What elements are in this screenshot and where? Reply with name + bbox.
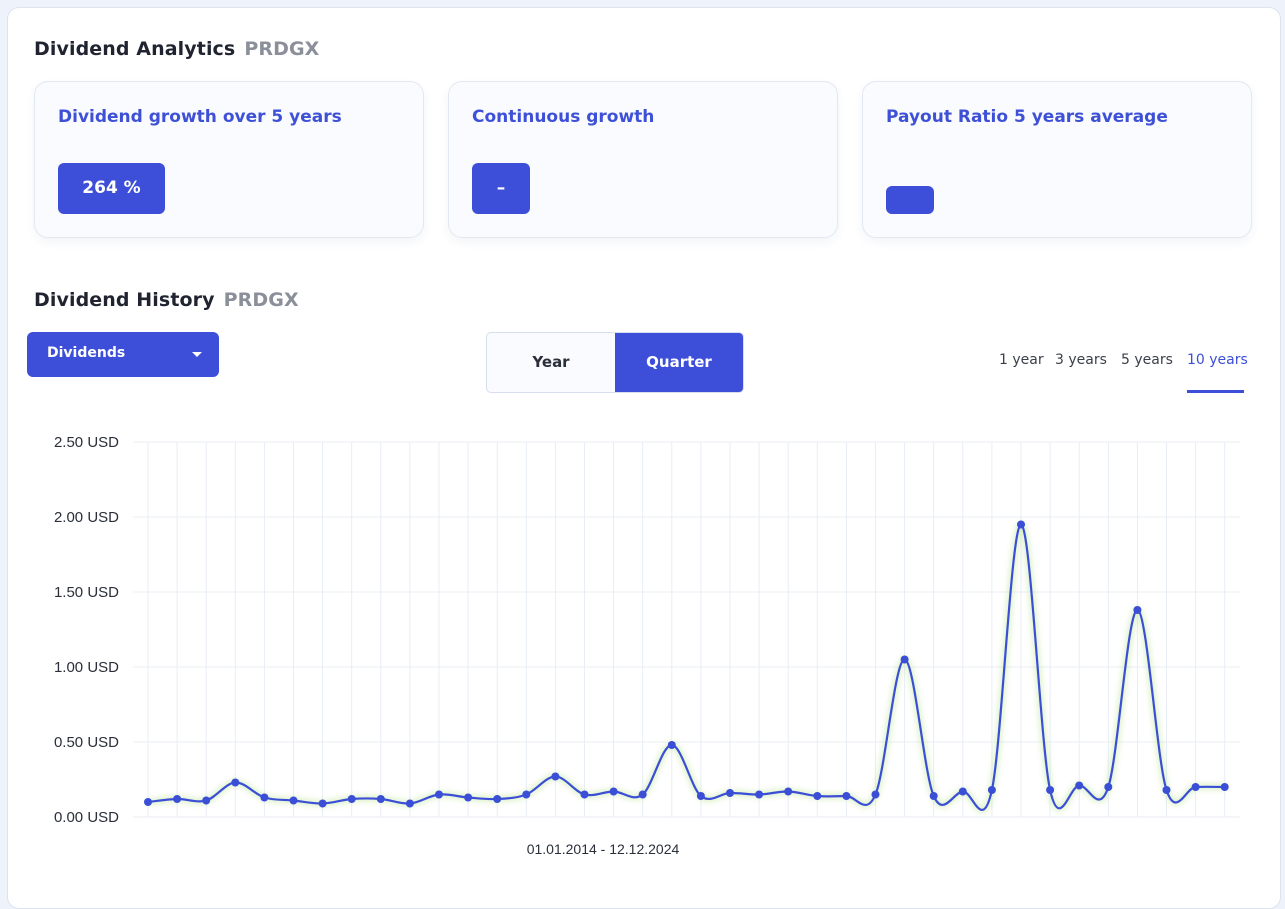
dividend-history-chart: 0.00 USD 0.50 USD 1.00 USD 1.50 USD 2.00 USD…	[54, 434, 1240, 857]
data-point[interactable]	[1220, 783, 1229, 791]
y-tick-label: 2.50 USD	[54, 434, 119, 451]
data-point[interactable]	[493, 795, 502, 803]
metric-value-badge	[886, 186, 934, 214]
range-5-years[interactable]: 5 years	[1121, 352, 1173, 368]
data-point[interactable]	[784, 787, 793, 796]
metric-label: Dividend growth over 5 years	[58, 107, 342, 127]
data-point[interactable]	[987, 786, 996, 794]
metric-label: Continuous growth	[472, 107, 655, 127]
period-toggle: Year Quarter	[486, 332, 744, 393]
metric-card-dividend-growth: Dividend growth over 5 years 264 %	[34, 81, 424, 238]
analytics-title: Dividend Analytics	[34, 38, 236, 60]
data-point[interactable]	[958, 787, 967, 796]
metric-value-badge: –	[472, 163, 530, 214]
data-point[interactable]	[667, 741, 676, 749]
data-point[interactable]	[1104, 783, 1113, 791]
data-point[interactable]	[405, 799, 414, 808]
data-point[interactable]	[435, 790, 443, 799]
data-point[interactable]	[231, 778, 240, 787]
data-point[interactable]	[551, 772, 560, 781]
data-point[interactable]	[813, 792, 822, 800]
history-title: Dividend History	[34, 289, 215, 311]
data-point[interactable]	[1133, 606, 1142, 614]
history-ticker: PRDGX	[223, 289, 299, 311]
data-point[interactable]	[260, 793, 269, 802]
dropdown-label: Dividends	[47, 345, 126, 361]
y-axis-ticks: 0.00 USD 0.50 USD 1.00 USD 1.50 USD 2.00 USD…	[54, 434, 119, 826]
data-point[interactable]	[202, 796, 211, 805]
y-tick-label: 1.00 USD	[54, 659, 119, 676]
metric-label: Payout Ratio 5 years average	[886, 107, 1168, 127]
history-heading: Dividend History PRDGX	[34, 289, 299, 311]
range-1-year[interactable]: 1 year	[999, 352, 1044, 368]
data-point[interactable]	[173, 795, 182, 803]
data-point[interactable]	[580, 790, 589, 799]
data-point[interactable]	[1075, 781, 1084, 790]
data-point[interactable]	[696, 792, 705, 800]
data-point[interactable]	[842, 792, 851, 800]
data-point[interactable]	[289, 796, 298, 805]
data-point[interactable]	[929, 792, 938, 800]
data-point[interactable]	[638, 790, 647, 799]
data-point[interactable]	[609, 787, 618, 796]
data-point[interactable]	[900, 655, 909, 664]
data-point[interactable]	[871, 790, 880, 799]
x-axis-date-range: 01.01.2014 - 12.12.2024	[527, 841, 680, 857]
metric-value-badge: 264 %	[58, 163, 165, 214]
y-tick-label: 0.50 USD	[54, 734, 119, 751]
data-point[interactable]	[376, 795, 385, 803]
analytics-ticker: PRDGX	[244, 38, 320, 60]
toggle-year[interactable]: Year	[487, 333, 615, 392]
data-point[interactable]	[726, 789, 734, 797]
y-tick-label: 0.00 USD	[54, 809, 119, 826]
data-point[interactable]	[464, 793, 473, 802]
y-tick-label: 2.00 USD	[54, 509, 119, 526]
toggle-quarter[interactable]: Quarter	[615, 333, 743, 392]
data-point[interactable]	[1017, 520, 1025, 529]
analytics-heading: Dividend Analytics PRDGX	[34, 38, 319, 60]
metric-dropdown[interactable]: Dividends	[27, 332, 219, 377]
data-point[interactable]	[755, 790, 764, 799]
range-3-years[interactable]: 3 years	[1055, 352, 1107, 368]
data-point[interactable]	[1046, 786, 1055, 794]
range-10-years[interactable]: 10 years	[1187, 352, 1248, 368]
caret-down-icon	[192, 352, 202, 357]
data-point[interactable]	[1191, 783, 1200, 791]
data-point[interactable]	[144, 798, 152, 806]
data-point[interactable]	[522, 790, 531, 799]
range-active-indicator	[1187, 390, 1244, 393]
data-point[interactable]	[347, 795, 356, 803]
data-point[interactable]	[318, 799, 327, 808]
data-point[interactable]	[1162, 786, 1171, 794]
y-tick-label: 1.50 USD	[54, 584, 119, 601]
metric-card-continuous-growth: Continuous growth –	[448, 81, 838, 238]
metric-card-payout-ratio: Payout Ratio 5 years average	[862, 81, 1252, 238]
